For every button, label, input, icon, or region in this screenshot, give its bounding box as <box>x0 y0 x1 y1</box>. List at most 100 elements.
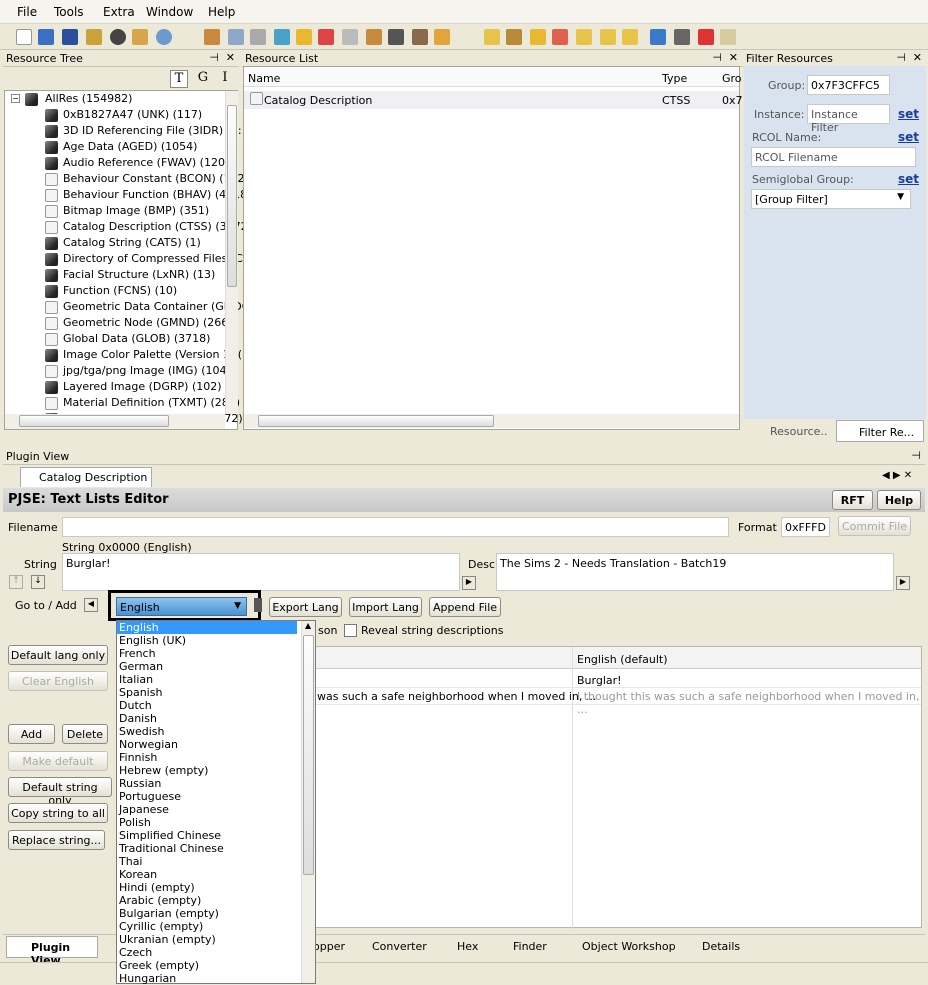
grid-icon[interactable] <box>274 29 290 45</box>
language-option[interactable]: Simplified Chinese <box>119 829 299 842</box>
tree-vscrollbar[interactable] <box>225 91 238 414</box>
menu-window[interactable]: Window <box>146 5 193 19</box>
close-icon[interactable] <box>110 29 126 45</box>
list-hscroll-thumb[interactable] <box>258 415 494 427</box>
grid-cell-right[interactable]: I thought this was such a safe neighborh… <box>577 690 921 716</box>
language-option[interactable]: Korean <box>119 868 299 881</box>
refresh-icon[interactable] <box>650 29 666 45</box>
commit-file-button[interactable]: Commit File <box>838 516 911 536</box>
image-icon[interactable] <box>388 29 404 45</box>
package-icon[interactable] <box>204 29 220 45</box>
tab-object-workshop[interactable]: Object Workshop <box>582 936 676 958</box>
link-icon[interactable] <box>250 29 266 45</box>
language-option[interactable]: Ukranian (empty) <box>119 933 299 946</box>
menu-file[interactable]: File <box>17 5 37 19</box>
list-icon[interactable] <box>318 29 334 45</box>
make-default-button[interactable]: Make default <box>8 751 108 771</box>
language-option[interactable]: Bulgarian (empty) <box>119 907 299 920</box>
import-lang-button[interactable]: Import Lang <box>349 597 422 617</box>
language-option[interactable]: German <box>119 660 299 673</box>
format-input[interactable]: 0xFFFD <box>781 517 830 537</box>
cut-icon[interactable] <box>342 29 358 45</box>
save-as-icon[interactable] <box>86 29 102 45</box>
grid-cell-burglar[interactable]: Burglar! <box>577 674 622 687</box>
language-option[interactable]: Czech <box>119 946 299 959</box>
tools-icon[interactable] <box>698 29 714 45</box>
open-icon[interactable] <box>38 29 54 45</box>
language-option[interactable]: English <box>117 621 297 634</box>
tab-helper[interactable]: opper <box>313 936 345 958</box>
pin-icon[interactable]: ⊣ <box>712 51 722 64</box>
replace-string-button[interactable]: Replace string... <box>8 830 105 850</box>
tree-vscroll-thumb[interactable] <box>227 105 237 287</box>
string-expand-icon[interactable]: ▶ <box>462 576 476 590</box>
tab-catalog-description[interactable]: Catalog Description <box>20 467 152 487</box>
language-option[interactable]: Portuguese <box>119 790 299 803</box>
language-option[interactable]: Swedish <box>119 725 299 738</box>
close-icon[interactable]: ✕ <box>226 51 235 64</box>
pin-icon[interactable]: ⊣ <box>209 51 219 64</box>
language-option[interactable]: Greek (empty) <box>119 959 299 972</box>
language-option[interactable]: Japanese <box>119 803 299 816</box>
language-option[interactable]: Thai <box>119 855 299 868</box>
language-option[interactable]: Norwegian <box>119 738 299 751</box>
desc-expand-icon[interactable]: ▶ <box>896 576 910 590</box>
rft-button[interactable]: RFT <box>832 490 873 510</box>
resource-tree[interactable]: − AllRes (154982) 0xB1827A47 (UNK) (117)… <box>4 90 249 430</box>
new-file-icon[interactable] <box>16 29 32 45</box>
language-option[interactable]: Polish <box>119 816 299 829</box>
string-textbox[interactable]: Burglar! <box>62 553 460 591</box>
semiglobal-select[interactable]: [Group Filter] ▼ <box>751 189 911 209</box>
menu-extra[interactable]: Extra <box>103 5 135 19</box>
tree-hscroll-thumb[interactable] <box>19 415 169 427</box>
search-icon[interactable] <box>156 29 172 45</box>
clear-english-button[interactable]: Clear English <box>8 671 108 691</box>
strings-grid[interactable]: English (default) Burglar! was such a sa… <box>312 646 922 929</box>
menu-tools[interactable]: Tools <box>54 5 84 19</box>
add-button[interactable]: Add <box>8 724 55 744</box>
tab-finder[interactable]: Finder <box>513 936 547 958</box>
people-icon[interactable] <box>412 29 428 45</box>
desc-textbox[interactable]: The Sims 2 - Needs Translation - Batch19 <box>496 553 894 591</box>
language-option[interactable]: Hebrew (empty) <box>119 764 299 777</box>
export-lang-button[interactable]: Export Lang <box>269 597 342 617</box>
pin-icon[interactable]: ⊣ <box>896 51 906 64</box>
tool-icon[interactable] <box>366 29 382 45</box>
tab-converter[interactable]: Converter <box>372 936 427 958</box>
dropdown-scroll-thumb[interactable] <box>303 635 314 875</box>
language-option[interactable]: Russian <box>119 777 299 790</box>
next-icon[interactable] <box>254 598 262 612</box>
language-select[interactable]: English ▼ <box>116 597 247 616</box>
language-option[interactable]: Hindi (empty) <box>119 881 299 894</box>
folder-icon[interactable] <box>484 29 500 45</box>
eraser-icon[interactable] <box>720 29 736 45</box>
language-option[interactable]: French <box>119 647 299 660</box>
close-icon[interactable]: ✕ <box>729 51 738 64</box>
set-rcol-link[interactable]: set <box>898 130 919 144</box>
help-button[interactable]: Help <box>877 490 921 510</box>
close-icon[interactable]: ✕ <box>913 51 922 64</box>
save-icon[interactable] <box>62 29 78 45</box>
users-icon[interactable] <box>132 29 148 45</box>
language-option[interactable]: Hungarian <box>119 972 299 985</box>
tree-hscrollbar[interactable] <box>5 414 225 429</box>
tab-plugin-view[interactable]: Plugin View <box>6 936 98 967</box>
delete-icon[interactable] <box>552 29 568 45</box>
person-icon[interactable] <box>434 29 450 45</box>
docs-icon[interactable] <box>228 29 244 45</box>
prev-icon[interactable]: ◀ <box>84 598 98 612</box>
delete-button[interactable]: Delete <box>62 724 108 744</box>
language-option[interactable]: Spanish <box>119 686 299 699</box>
tab-hex[interactable]: Hex <box>457 936 478 958</box>
resource-list[interactable]: Name Type Gro Catalog Description CTSS 0… <box>243 66 743 430</box>
copy-string-to-all-button[interactable]: Copy string to all <box>8 803 108 823</box>
language-option[interactable]: Italian <box>119 673 299 686</box>
language-option[interactable]: Arabic (empty) <box>119 894 299 907</box>
col-name[interactable]: Name <box>248 72 280 85</box>
set-semiglobal-link[interactable]: set <box>898 172 919 186</box>
language-dropdown-list[interactable]: English English (UK) French German Italian Sp… <box>116 620 316 985</box>
table-row[interactable]: Catalog Description CTSS 0x7 <box>244 91 743 109</box>
reveal-checkbox[interactable] <box>344 624 357 637</box>
language-option[interactable]: Finnish <box>119 751 299 764</box>
dropdown-scrollbar[interactable]: ▲ <box>301 621 315 983</box>
